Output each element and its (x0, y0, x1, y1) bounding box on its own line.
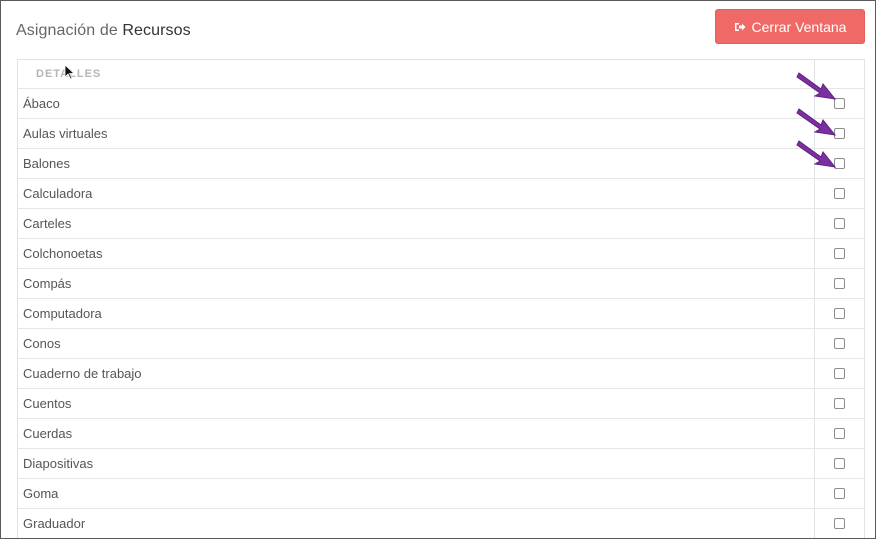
checkbox-cell (815, 149, 864, 178)
table-row: Carteles (18, 209, 864, 239)
checkbox-cell (815, 119, 864, 148)
resource-checkbox[interactable] (834, 218, 845, 229)
resource-name: Compás (18, 269, 815, 298)
table-row: Calculadora (18, 179, 864, 209)
table-row: Aulas virtuales (18, 119, 864, 149)
checkbox-cell (815, 89, 864, 118)
resource-checkbox[interactable] (834, 368, 845, 379)
table-row: Ábaco (18, 89, 864, 119)
checkbox-cell (815, 269, 864, 298)
resource-checkbox[interactable] (834, 128, 845, 139)
table-row: Goma (18, 479, 864, 509)
resource-checkbox[interactable] (834, 158, 845, 169)
resource-name: Aulas virtuales (18, 119, 815, 148)
resource-checkbox[interactable] (834, 308, 845, 319)
window-frame: Asignación de Recursos Cerrar Ventana DE… (0, 0, 876, 539)
resource-checkbox[interactable] (834, 458, 845, 469)
resource-checkbox[interactable] (834, 428, 845, 439)
resource-checkbox[interactable] (834, 98, 845, 109)
checkbox-cell (815, 389, 864, 418)
checkbox-column-header (815, 60, 864, 88)
details-column-header: DETALLES (18, 60, 815, 88)
resource-checkbox[interactable] (834, 398, 845, 409)
checkbox-cell (815, 299, 864, 328)
resource-name: Graduador (18, 509, 815, 538)
resource-name: Calculadora (18, 179, 815, 208)
table-header-row: DETALLES (18, 60, 864, 89)
checkbox-cell (815, 449, 864, 478)
close-window-button[interactable]: Cerrar Ventana (715, 9, 865, 44)
checkbox-cell (815, 209, 864, 238)
resource-name: Cuerdas (18, 419, 815, 448)
resource-name: Goma (18, 479, 815, 508)
checkbox-cell (815, 509, 864, 538)
resource-name: Diapositivas (18, 449, 815, 478)
table-row: Diapositivas (18, 449, 864, 479)
resource-checkbox[interactable] (834, 518, 845, 529)
resource-name: Balones (18, 149, 815, 178)
table-row: Balones (18, 149, 864, 179)
resources-table: DETALLES Ábaco Aulas virtuales Balones Calc… (17, 59, 865, 538)
table-row: Conos (18, 329, 864, 359)
resource-name: Carteles (18, 209, 815, 238)
sign-out-icon (734, 21, 746, 33)
resource-name: Colchonoetas (18, 239, 815, 268)
checkbox-cell (815, 329, 864, 358)
resource-name: Ábaco (18, 89, 815, 118)
table-row: Compás (18, 269, 864, 299)
page-title-prefix: Asignación de (16, 22, 123, 39)
page-title: Asignación de Recursos (16, 22, 191, 40)
resource-checkbox[interactable] (834, 188, 845, 199)
resource-checkbox[interactable] (834, 248, 845, 259)
checkbox-cell (815, 179, 864, 208)
checkbox-cell (815, 359, 864, 388)
table-row: Cuaderno de trabajo (18, 359, 864, 389)
table-row: Colchonoetas (18, 239, 864, 269)
checkbox-cell (815, 479, 864, 508)
table-row: Graduador (18, 509, 864, 538)
resource-checkbox[interactable] (834, 338, 845, 349)
resource-name: Computadora (18, 299, 815, 328)
resource-checkbox[interactable] (834, 488, 845, 499)
resource-name: Conos (18, 329, 815, 358)
page-title-strong: Recursos (122, 22, 191, 39)
close-window-label: Cerrar Ventana (751, 18, 847, 35)
resource-checkbox[interactable] (834, 278, 845, 289)
table-row: Cuerdas (18, 419, 864, 449)
table-row: Computadora (18, 299, 864, 329)
checkbox-cell (815, 239, 864, 268)
resource-name: Cuentos (18, 389, 815, 418)
table-row: Cuentos (18, 389, 864, 419)
checkbox-cell (815, 419, 864, 448)
resource-name: Cuaderno de trabajo (18, 359, 815, 388)
